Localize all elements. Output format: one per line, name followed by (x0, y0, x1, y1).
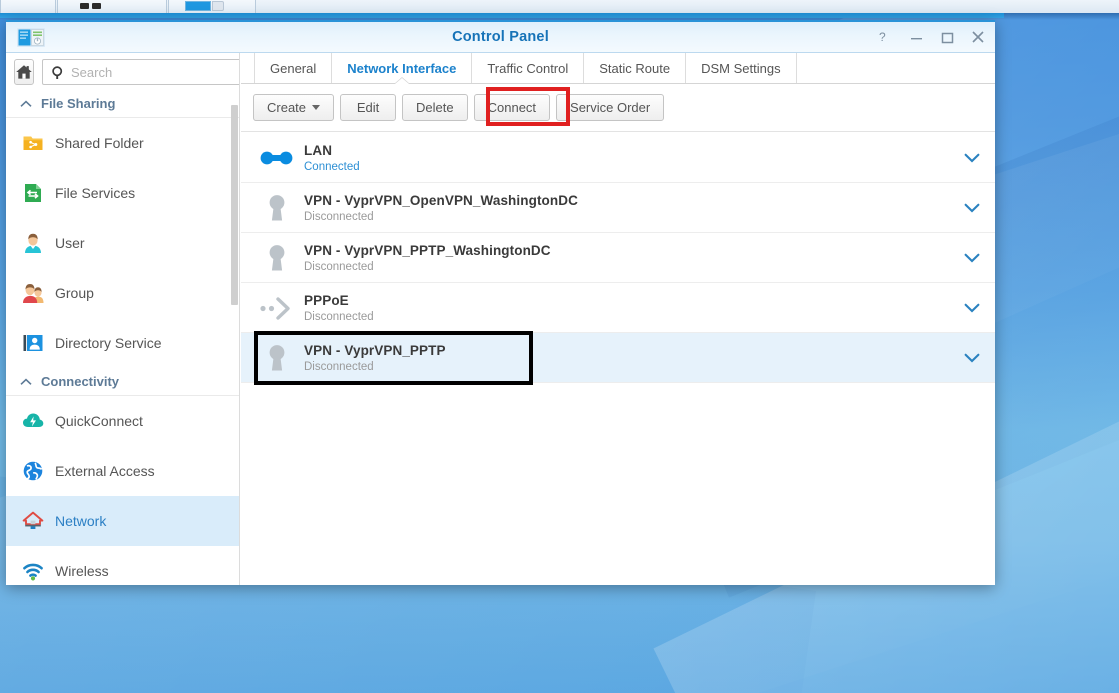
shared-folder-icon (22, 132, 44, 154)
interface-status: Disconnected (304, 310, 374, 323)
sidebar-item-network[interactable]: Network (6, 496, 239, 546)
search-icon (51, 65, 66, 80)
interface-status: Connected (304, 160, 360, 173)
user-icon (22, 232, 44, 254)
table-row[interactable]: PPPoE Disconnected (241, 283, 995, 333)
sidebar-item-label: Group (55, 285, 94, 301)
interface-name: LAN (304, 142, 333, 158)
sidebar-group-connectivity[interactable]: Connectivity (6, 368, 239, 396)
minimize-button[interactable] (901, 20, 931, 53)
taskbar-cell[interactable] (0, 0, 56, 13)
sidebar-item-wireless[interactable]: Wireless (6, 546, 239, 585)
interface-status: Disconnected (304, 210, 374, 223)
taskbar-window-thumb (185, 1, 211, 11)
tab-traffic-control[interactable]: Traffic Control (472, 53, 585, 83)
vpn-keyhole-icon (256, 241, 298, 275)
sidebar-item-label: User (55, 235, 85, 251)
tab-general[interactable]: General (254, 53, 333, 83)
wireless-icon (22, 560, 44, 582)
sidebar-scrollbar-thumb[interactable] (231, 105, 238, 305)
sidebar: File Sharing Shared Folder (6, 53, 240, 585)
quickconnect-icon (22, 410, 44, 432)
sidebar-item-label: External Access (55, 463, 155, 479)
sidebar-item-file-services[interactable]: File Services (6, 168, 239, 218)
tab-network-interface[interactable]: Network Interface (332, 53, 473, 83)
sidebar-item-directory-service[interactable]: Directory Service (6, 318, 239, 368)
interface-name: VPN - VyprVPN_PPTP_WashingtonDC (304, 242, 551, 258)
content-pane: General Network Interface Traffic Contro… (241, 53, 995, 585)
network-interface-list: LAN Connected VPN - VyprVPN_OpenVPN_Wash… (241, 133, 995, 585)
chevron-down-icon[interactable] (949, 153, 995, 163)
table-row[interactable]: LAN Connected (241, 133, 995, 183)
sidebar-scroll-region: File Sharing Shared Folder File Services… (6, 90, 239, 585)
connect-button[interactable]: Connect (473, 94, 551, 121)
sidebar-item-label: Directory Service (55, 335, 162, 351)
table-row[interactable]: VPN - VyprVPN_OpenVPN_WashingtonDC Disco… (241, 183, 995, 233)
create-button-label: Create (267, 100, 307, 115)
taskbar-glyph (92, 3, 101, 9)
group-icon (22, 282, 44, 304)
control-panel-window: Control Panel ? Search File Sharing Shar… (6, 20, 995, 585)
taskbar-glyph (80, 3, 89, 9)
chevron-down-icon[interactable] (949, 303, 995, 313)
chevron-down-icon[interactable] (949, 203, 995, 213)
page-title: Control Panel (452, 29, 549, 45)
taskbar-cell-active[interactable] (168, 0, 256, 13)
search-box[interactable] (42, 59, 239, 85)
taskbar-strip (0, 0, 1119, 13)
search-input[interactable] (71, 64, 239, 80)
chevron-down-icon[interactable] (949, 253, 995, 263)
sidebar-item-quickconnect[interactable]: QuickConnect (6, 396, 239, 446)
chevron-up-icon (20, 374, 32, 389)
svg-text:?: ? (879, 30, 886, 44)
vpn-keyhole-icon (256, 341, 298, 375)
interface-name: PPPoE (304, 292, 349, 308)
sidebar-item-user[interactable]: User (6, 218, 239, 268)
file-services-icon (22, 182, 44, 204)
sidebar-group-label: Connectivity (41, 374, 120, 389)
edit-button[interactable]: Edit (340, 94, 397, 121)
close-button[interactable] (963, 20, 993, 53)
sidebar-item-group[interactable]: Group (6, 268, 239, 318)
action-toolbar: Create Edit Delete Connect Service Order (241, 84, 995, 132)
sidebar-item-external-access[interactable]: External Access (6, 446, 239, 496)
service-order-button[interactable]: Service Order (556, 94, 665, 121)
taskbar-cell[interactable] (57, 0, 167, 13)
interface-status: Disconnected (304, 360, 374, 373)
chevron-up-icon (20, 96, 32, 111)
lan-link-icon (256, 141, 298, 175)
home-icon[interactable] (14, 59, 34, 85)
sidebar-item-label: QuickConnect (55, 413, 143, 429)
sidebar-item-label: Shared Folder (55, 135, 144, 151)
sidebar-toolbar (6, 53, 239, 90)
maximize-button[interactable] (932, 20, 962, 53)
caret-down-icon (312, 105, 321, 110)
table-row[interactable]: VPN - VyprVPN_PPTP_WashingtonDC Disconne… (241, 233, 995, 283)
external-access-icon (22, 460, 44, 482)
sidebar-item-label: File Services (55, 185, 136, 201)
tab-static-route[interactable]: Static Route (584, 53, 687, 83)
sidebar-item-shared-folder[interactable]: Shared Folder (6, 118, 239, 168)
interface-status: Disconnected (304, 260, 374, 273)
sidebar-group-label: File Sharing (41, 96, 116, 111)
table-row[interactable]: VPN - VyprVPN_PPTP Disconnected (241, 333, 995, 383)
chevron-down-icon[interactable] (949, 353, 995, 363)
interface-name: VPN - VyprVPN_PPTP (304, 342, 446, 358)
sidebar-item-label: Network (55, 513, 107, 529)
pppoe-arrow-icon (256, 291, 298, 325)
tab-bar: General Network Interface Traffic Contro… (241, 53, 995, 84)
vpn-keyhole-icon (256, 191, 298, 225)
interface-name: VPN - VyprVPN_OpenVPN_WashingtonDC (304, 192, 578, 208)
delete-button[interactable]: Delete (402, 94, 468, 121)
sidebar-item-label: Wireless (55, 563, 109, 579)
help-button[interactable]: ? (869, 20, 899, 53)
network-icon (22, 510, 44, 532)
window-titlebar[interactable]: Control Panel ? (6, 20, 995, 53)
create-button[interactable]: Create (253, 94, 335, 121)
taskbar-accent-band (0, 13, 1004, 18)
directory-service-icon (22, 332, 44, 354)
taskbar-window-thumb-sub (212, 1, 224, 11)
tab-dsm-settings[interactable]: DSM Settings (686, 53, 797, 83)
sidebar-group-file-sharing[interactable]: File Sharing (6, 90, 239, 118)
